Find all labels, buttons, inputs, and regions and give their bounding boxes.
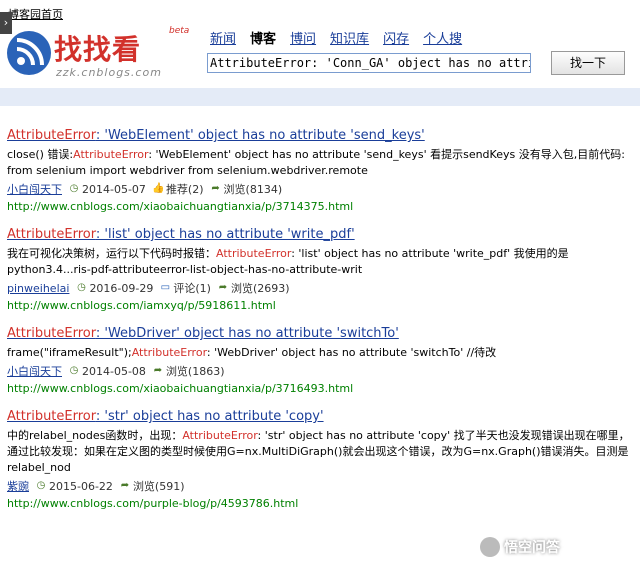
clock-icon: ◷ [69, 183, 79, 194]
results-list: AttributeError: 'WebElement' object has … [7, 128, 637, 524]
result-meta: 紫豌 ◷ 2015-06-22 ➦ 浏览(591) [7, 478, 637, 494]
view-icon: ➦ [153, 365, 163, 376]
tab-personal-search[interactable]: 个人搜 [423, 28, 462, 47]
result-snippet: close() 错误:AttributeError: 'WebElement' … [7, 148, 625, 177]
clock-icon: ◷ [69, 365, 79, 376]
header-divider-band [0, 88, 640, 106]
view-icon: ➦ [120, 480, 130, 491]
search-button[interactable]: 找一下 [551, 51, 625, 75]
result-snippet: frame("iframeResult");AttributeError: 'W… [7, 346, 497, 359]
result-snippet: 我在可视化决策树，运行以下代码时报错：AttributeError: 'list… [7, 247, 569, 276]
tab-ing[interactable]: 闪存 [383, 28, 409, 47]
rss-logo-icon [7, 31, 51, 75]
result-item: AttributeError: 'str' object has no attr… [7, 409, 637, 510]
comment-count: 评论(1) [173, 282, 211, 295]
watermark-text: 悟空问答 [504, 540, 560, 556]
result-meta: 小白闯天下 ◷ 2014-05-08 ➦ 浏览(1863) [7, 363, 637, 379]
result-url[interactable]: http://www.cnblogs.com/iamxyq/p/5918611.… [7, 299, 637, 312]
tab-blog[interactable]: 博客 [250, 28, 276, 47]
view-count: 浏览(8134) [223, 183, 283, 196]
comment-icon: ▭ [160, 282, 171, 293]
result-url[interactable]: http://www.cnblogs.com/purple-blog/p/459… [7, 497, 637, 510]
view-icon: ➦ [211, 183, 220, 194]
post-date: 2016-09-29 [89, 281, 154, 295]
author-link[interactable]: 小白闯天下 [7, 181, 62, 197]
result-meta: 小白闯天下 ◷ 2014-05-07 👍 推荐(2) ➦ 浏览(8134) [7, 181, 637, 197]
result-title-link[interactable]: AttributeError: 'list' object has no att… [7, 227, 637, 242]
watermark-logo-icon [480, 537, 500, 557]
logo-beta: beta [169, 26, 190, 36]
view-count: 浏览(1863) [165, 365, 225, 378]
clock-icon: ◷ [77, 282, 86, 293]
view-count: 浏览(2693) [230, 282, 290, 295]
result-meta: pinweihelai ◷ 2016-09-29 ▭ 评论(1) ➦ 浏览(2693) [7, 280, 637, 296]
thumbs-up-icon: 👍 [151, 183, 165, 194]
result-item: AttributeError: 'WebElement' object has … [7, 128, 637, 213]
clock-icon: ◷ [36, 480, 46, 491]
tab-news[interactable]: 新闻 [210, 28, 236, 47]
result-snippet: 中的relabel_nodes函数时，出现：AttributeError: 's… [7, 429, 630, 474]
post-date: 2015-06-22 [49, 479, 113, 493]
result-item: AttributeError: 'list' object has no att… [7, 227, 637, 312]
author-link[interactable]: 紫豌 [7, 478, 29, 494]
author-link[interactable]: pinweihelai [7, 282, 69, 295]
blog-home-link[interactable]: 博客园首页 [8, 6, 63, 22]
result-item: AttributeError: 'WebDriver' object has n… [7, 326, 637, 395]
tab-knowledge[interactable]: 知识库 [330, 28, 369, 47]
view-count: 浏览(591) [132, 480, 185, 493]
post-date: 2014-05-08 [82, 364, 146, 378]
logo[interactable]: 找找看 beta zzk.cnblogs.com [4, 22, 194, 82]
result-title-link[interactable]: AttributeError: 'WebDriver' object has n… [7, 326, 637, 341]
result-url[interactable]: http://www.cnblogs.com/xiaobaichuangtian… [7, 200, 637, 213]
logo-domain: zzk.cnblogs.com [56, 66, 162, 79]
logo-title: 找找看 [54, 33, 142, 66]
view-icon: ➦ [218, 282, 228, 293]
result-title-link[interactable]: AttributeError: 'str' object has no attr… [7, 409, 637, 424]
watermark: 悟空问答 [480, 537, 560, 557]
tab-questions[interactable]: 博问 [290, 28, 316, 47]
search-input[interactable]: AttributeError: 'Conn_GA' object has no … [207, 53, 531, 73]
recommend-count: 推荐(2) [165, 183, 204, 196]
result-url[interactable]: http://www.cnblogs.com/xiaobaichuangtian… [7, 382, 637, 395]
author-link[interactable]: 小白闯天下 [7, 363, 62, 379]
nav-tabs: 新闻 博客 博问 知识库 闪存 个人搜 [210, 28, 462, 47]
result-title-link[interactable]: AttributeError: 'WebElement' object has … [7, 128, 637, 143]
post-date: 2014-05-07 [82, 182, 146, 196]
